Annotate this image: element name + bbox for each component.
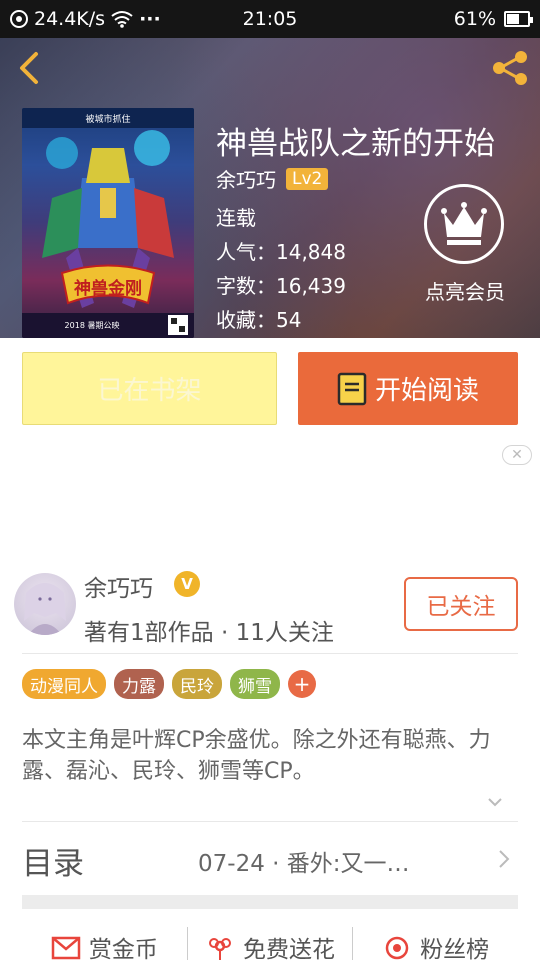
battery-percent: 61% (453, 8, 496, 30)
toc-title: 目录 (22, 846, 84, 882)
bottom-action-bar: 赏金币 免费送花 粉丝榜 (22, 927, 518, 960)
battery-fill (507, 14, 519, 24)
flower-icon (209, 938, 231, 960)
book-title: 神兽战队之新的开始 (216, 126, 495, 162)
tag-0[interactable]: 动漫同人 (22, 669, 106, 699)
author-card: 余巧巧 V 著有1部作品 · 11人关注 已关注 动漫同人 力露 民玲 狮雪 +… (0, 557, 540, 960)
vip-label[interactable]: 点亮会员 (400, 276, 530, 305)
back-arrow-icon[interactable] (12, 50, 48, 86)
fans-ranking-button[interactable]: 粉丝榜 (353, 927, 518, 960)
battery-icon (504, 11, 533, 27)
book-header: 被城市抓住 神兽金刚 2018 暑期公映 神兽战队之新的开始 余巧巧 Lv2 连… (0, 38, 540, 338)
author-avatar[interactable] (14, 573, 76, 635)
envelope-icon (51, 936, 81, 960)
level-badge: Lv2 (286, 167, 329, 190)
tag-2[interactable]: 民玲 (172, 669, 222, 699)
status-right: 61% (453, 8, 533, 30)
favorites-count: 收藏：54 (216, 308, 302, 332)
chevron-right-icon (499, 850, 510, 868)
serial-status: 连载 (216, 206, 256, 230)
book-cover[interactable]: 被城市抓住 神兽金刚 2018 暑期公映 (22, 108, 194, 338)
reward-coins-button[interactable]: 赏金币 (22, 927, 188, 960)
reward-coins-label: 赏金币 (88, 937, 158, 960)
author-row[interactable]: 余巧巧 Lv2 (216, 164, 329, 193)
tag-1[interactable]: 力露 (114, 669, 164, 699)
tag-list: 动漫同人 力露 民玲 狮雪 + (22, 669, 316, 699)
book-description: 本文主角是叶辉CP余盛优。除之外还有聪燕、力露、磊沁、民玲、狮雪等CP。 (22, 728, 491, 784)
ad-close-button[interactable]: ✕ (502, 445, 532, 465)
action-bar: 已在书架 开始阅读 (0, 338, 540, 441)
author-name[interactable]: 余巧巧 (216, 164, 276, 193)
send-flowers-button[interactable]: 免费送花 (188, 927, 354, 960)
crown-icon (441, 202, 487, 245)
cover-artwork: 被城市抓住 神兽金刚 2018 暑期公映 (22, 108, 194, 338)
avatar-image (24, 583, 66, 635)
word-count: 字数：16,439 (216, 274, 346, 298)
add-tag-button[interactable]: + (288, 670, 316, 698)
cover-logo-text: 神兽金刚 (74, 278, 142, 299)
divider (22, 653, 518, 654)
share-icon[interactable] (490, 50, 530, 86)
toc-latest-chapter: 07-24 · 番外:又一… (198, 851, 410, 877)
fans-ranking-icon (385, 936, 409, 960)
status-bar: 24.4K/s ··· 21:05 61% (0, 0, 540, 38)
cover-top-text: 被城市抓住 (85, 113, 130, 125)
author-stats: 著有1部作品 · 11人关注 (84, 620, 334, 646)
author-card-name[interactable]: 余巧巧 (84, 569, 153, 603)
section-separator (22, 895, 518, 909)
vip-button[interactable] (424, 184, 504, 264)
expand-chevron-icon[interactable] (486, 793, 504, 811)
send-flowers-label: 免费送花 (243, 937, 335, 960)
cover-bottom-text: 2018 暑期公映 (65, 320, 120, 330)
ad-banner: ✕ (0, 441, 540, 557)
start-reading-button[interactable]: 开始阅读 (298, 352, 518, 425)
popularity: 人气：14,848 (216, 240, 346, 264)
table-of-contents-row[interactable]: 目录 07-24 · 番外:又一… (22, 821, 518, 895)
book-icon (337, 372, 367, 405)
follow-button[interactable]: 已关注 (404, 577, 518, 631)
on-shelf-button[interactable]: 已在书架 (22, 352, 277, 425)
verified-badge-icon: V (174, 571, 200, 597)
tag-3[interactable]: 狮雪 (230, 669, 280, 699)
start-reading-label: 开始阅读 (374, 376, 479, 406)
fans-ranking-label: 粉丝榜 (420, 937, 490, 960)
